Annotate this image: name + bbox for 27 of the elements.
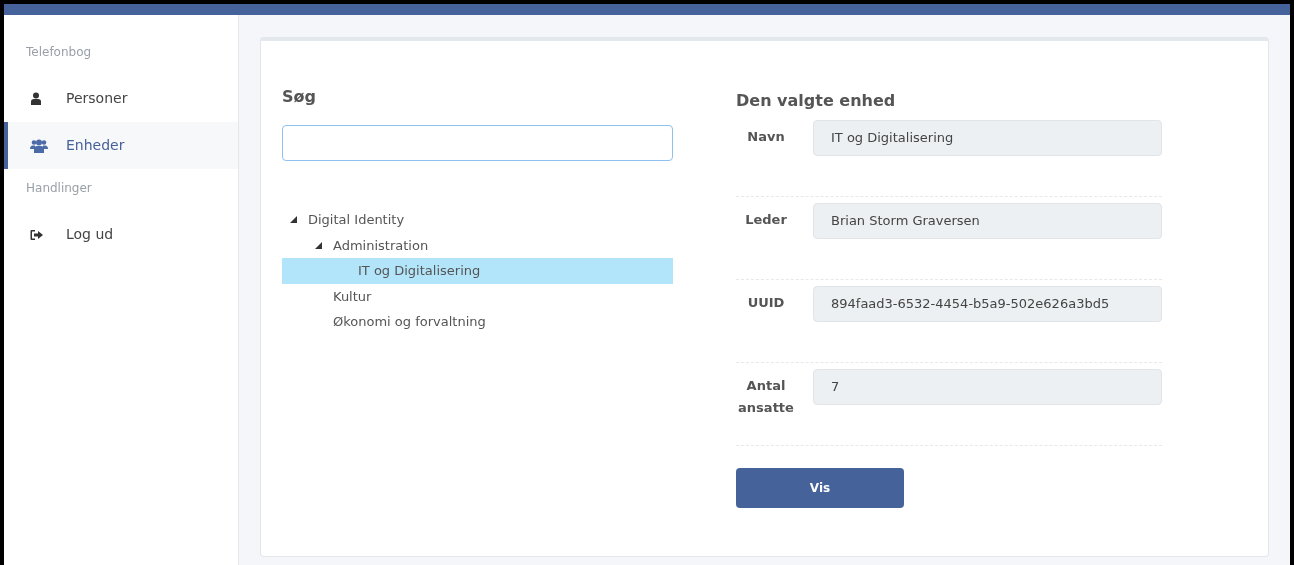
- readonly-field[interactable]: 894faad3-6532-4454-b5a9-502e626a3bd5: [813, 286, 1162, 322]
- sidebar-item[interactable]: Enheder: [4, 122, 238, 169]
- tree-item[interactable]: Administration: [282, 232, 673, 258]
- search-field[interactable]: [282, 125, 673, 161]
- expanded-triangle-icon[interactable]: [315, 241, 322, 249]
- tree-item[interactable]: Økonomi og forvaltning: [282, 309, 673, 335]
- field-label: Antal ansatte: [737, 377, 795, 417]
- logout-icon: [30, 228, 44, 241]
- readonly-field[interactable]: 7: [813, 369, 1162, 405]
- field-label: UUID: [746, 294, 786, 312]
- sidebar-item[interactable]: Log ud: [4, 211, 238, 258]
- readonly-field[interactable]: IT og Digitalisering: [813, 120, 1162, 156]
- person-icon: [30, 92, 42, 105]
- tree-item[interactable]: Digital Identity: [282, 207, 673, 233]
- search-heading: Søg: [282, 86, 317, 108]
- group-icon: [30, 138, 48, 153]
- readonly-field[interactable]: Brian Storm Graversen: [813, 203, 1162, 239]
- show-button[interactable]: Vis: [736, 468, 904, 508]
- field-label: Navn: [746, 128, 786, 146]
- sidebar-item[interactable]: Personer: [4, 75, 238, 122]
- details-heading: Den valgte enhed: [736, 90, 897, 112]
- expanded-triangle-icon[interactable]: [290, 216, 297, 224]
- sidebar-heading: Telefonbog: [25, 44, 93, 61]
- tree-item[interactable]: IT og Digitalisering: [282, 258, 673, 284]
- tree-item[interactable]: Kultur: [282, 283, 673, 309]
- sidebar-heading: Handlinger: [25, 180, 93, 197]
- field-label: Leder: [744, 211, 788, 229]
